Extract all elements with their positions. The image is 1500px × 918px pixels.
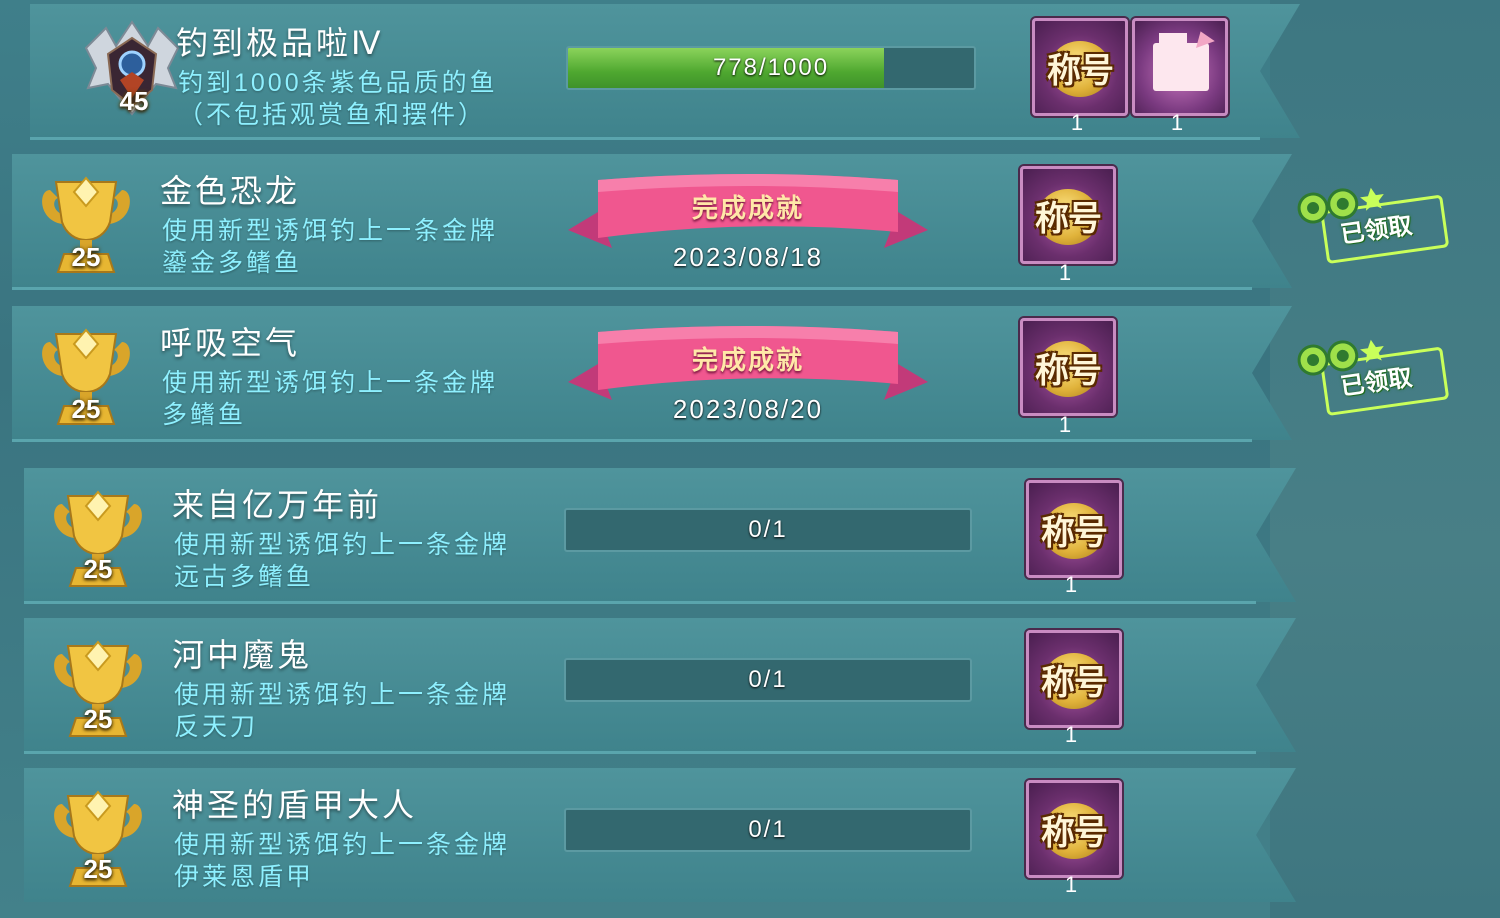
reward-title-badge[interactable]: 称号: [1026, 480, 1122, 578]
achievement-row[interactable]: 25 呼吸空气 使用新型诱饵钓上一条金牌 多鳍鱼 完成成就 2023/08/20…: [12, 306, 1292, 442]
achievement-title: 河中魔鬼: [172, 637, 313, 673]
achievement-desc-line1: 使用新型诱饵钓上一条金牌: [174, 831, 511, 859]
achievement-row[interactable]: 45 钓到极品啦Ⅳ 钓到1000条紫色品质的鱼 （不包括观赏鱼和摆件） 778/…: [30, 4, 1300, 140]
level-number: 45: [119, 86, 149, 116]
progress-bar: 0/1: [564, 808, 972, 852]
row-separator: [24, 601, 1256, 604]
progress-text: 0/1: [748, 666, 788, 693]
row-separator: [12, 287, 1252, 290]
reward-qty: 1: [1064, 572, 1078, 597]
level-number: 25: [71, 242, 101, 272]
achievement-desc-line1: 使用新型诱饵钓上一条金牌: [162, 369, 499, 397]
level-number: 25: [71, 394, 101, 424]
card-icon: [1153, 33, 1209, 91]
reward-qty: 1: [1064, 872, 1078, 897]
reward-qty: 1: [1170, 110, 1184, 135]
reward-title-badge[interactable]: 称号: [1020, 318, 1116, 416]
row-separator: [30, 137, 1260, 140]
reward-label: 称号: [1041, 664, 1108, 702]
level-number: 25: [83, 704, 113, 734]
achievement-title: 来自亿万年前: [172, 487, 383, 523]
achievement-desc-line1: 使用新型诱饵钓上一条金牌: [162, 217, 499, 245]
reward-qty: 1: [1058, 260, 1072, 285]
reward-title-badge[interactable]: 称号: [1032, 18, 1128, 116]
claimed-stamp: 已领取: [1292, 332, 1452, 422]
progress-text: 778/1000: [712, 54, 830, 81]
claimed-stamp: 已领取: [1292, 180, 1452, 270]
achievement-row[interactable]: 25 来自亿万年前 使用新型诱饵钓上一条金牌 远古多鳍鱼 0/1 称号 1: [24, 468, 1296, 604]
reward-qty: 1: [1058, 412, 1072, 437]
reward-qty: 1: [1064, 722, 1078, 747]
achievement-desc-line2: 鎏金多鳍鱼: [162, 249, 303, 277]
complete-ribbon: 完成成就: [568, 172, 928, 252]
reward-label: 称号: [1035, 200, 1102, 238]
achievement-desc-line2: （不包括观赏鱼和摆件）: [178, 101, 487, 129]
achievement-desc-line1: 使用新型诱饵钓上一条金牌: [174, 681, 511, 709]
achievement-desc-line1: 使用新型诱饵钓上一条金牌: [174, 531, 511, 559]
achievement-desc-line2: 伊莱恩盾甲: [174, 863, 315, 891]
reward-title-badge[interactable]: 称号: [1020, 166, 1116, 264]
row-separator: [12, 439, 1252, 442]
progress-bar: 778/1000: [566, 46, 976, 90]
reward-title-badge[interactable]: 称号: [1026, 630, 1122, 728]
progress-text: 0/1: [748, 816, 788, 843]
achievement-title: 金色恐龙: [160, 173, 301, 209]
reward-label: 称号: [1035, 352, 1102, 390]
level-number: 25: [83, 554, 113, 584]
achievement-row[interactable]: 25 河中魔鬼 使用新型诱饵钓上一条金牌 反天刀 0/1 称号 1: [24, 618, 1296, 754]
reward-title-badge[interactable]: 称号: [1026, 780, 1122, 878]
level-number: 25: [83, 854, 113, 884]
progress-bar: 0/1: [564, 508, 972, 552]
achievement-row[interactable]: 25 金色恐龙 使用新型诱饵钓上一条金牌 鎏金多鳍鱼 完成成就 2023/08/…: [12, 154, 1292, 290]
progress-text: 0/1: [748, 516, 788, 543]
ribbon-text: 完成成就: [691, 345, 804, 375]
achievement-title: 钓到极品啦Ⅳ: [176, 25, 384, 61]
achievement-title: 呼吸空气: [160, 325, 301, 361]
progress-bar: 0/1: [564, 658, 972, 702]
achievement-row[interactable]: 25 神圣的盾甲大人 使用新型诱饵钓上一条金牌 伊莱恩盾甲 0/1 称号 1: [24, 768, 1296, 902]
row-separator: [24, 751, 1256, 754]
ribbon-text: 完成成就: [691, 193, 804, 223]
reward-label: 称号: [1047, 52, 1114, 90]
flag-icon: [1191, 28, 1215, 48]
completion-date: 2023/08/20: [672, 394, 824, 424]
achievement-desc-line2: 远古多鳍鱼: [174, 563, 315, 591]
background-panel: [1270, 0, 1500, 918]
achievement-desc-line1: 钓到1000条紫色品质的鱼: [178, 69, 498, 97]
achievement-title: 神圣的盾甲大人: [172, 787, 418, 823]
reward-label: 称号: [1041, 814, 1108, 852]
achievement-desc-line2: 反天刀: [174, 713, 259, 741]
complete-ribbon: 完成成就: [568, 324, 928, 404]
reward-label: 称号: [1041, 514, 1108, 552]
reward-qty: 1: [1070, 110, 1084, 135]
reward-card[interactable]: [1132, 18, 1228, 116]
completion-date: 2023/08/18: [672, 242, 824, 272]
achievement-desc-line2: 多鳍鱼: [162, 401, 247, 429]
